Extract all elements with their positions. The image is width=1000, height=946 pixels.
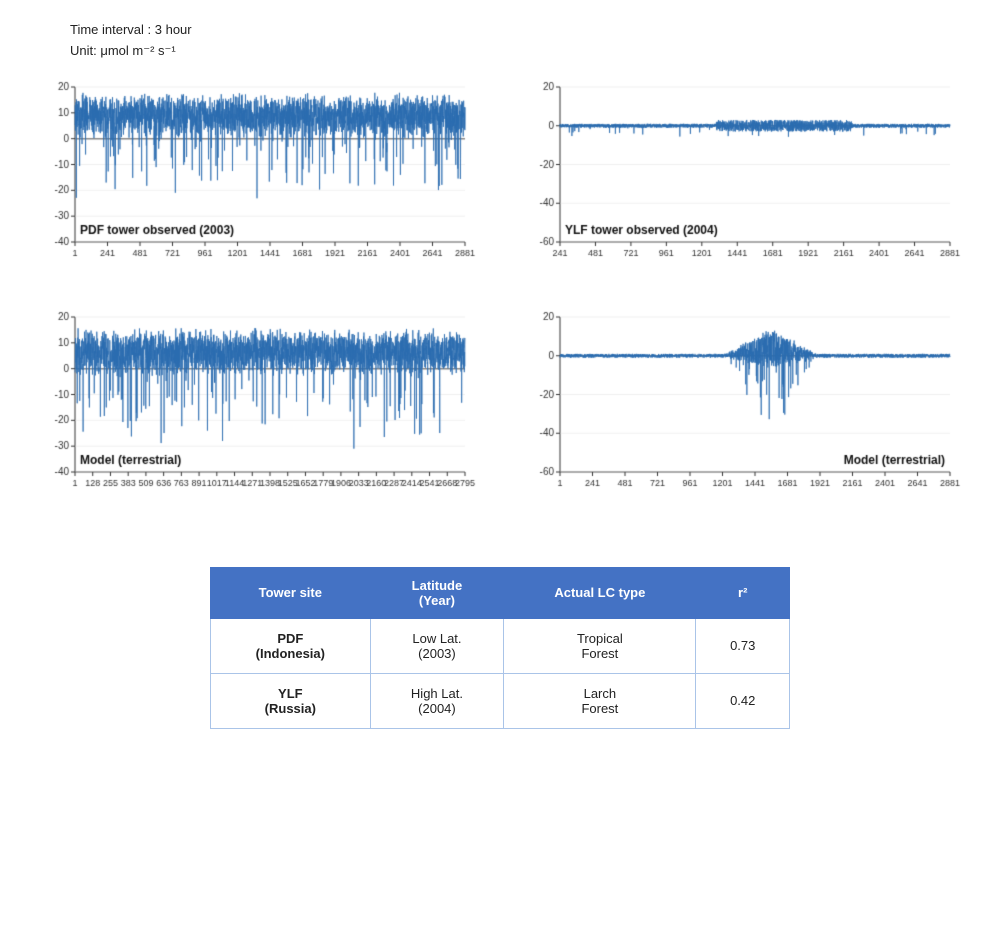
table-header-row: Tower site Latitude(Year) Actual LC type… bbox=[211, 567, 790, 618]
page-container: Time interval : 3 hour Unit: μmol m⁻² s⁻… bbox=[0, 0, 1000, 749]
col-r2: r² bbox=[696, 567, 790, 618]
unit-label: Unit: μmol m⁻² s⁻¹ bbox=[70, 41, 970, 62]
chart4-container bbox=[515, 307, 970, 527]
table-section: Tower site Latitude(Year) Actual LC type… bbox=[30, 567, 970, 729]
col-tower-site: Tower site bbox=[211, 567, 371, 618]
summary-table: Tower site Latitude(Year) Actual LC type… bbox=[210, 567, 790, 729]
table-row: YLF(Russia)High Lat.(2004)LarchForest0.4… bbox=[211, 673, 790, 728]
cell-r2: 0.42 bbox=[696, 673, 790, 728]
col-latitude: Latitude(Year) bbox=[370, 567, 504, 618]
cell-latitude: Low Lat.(2003) bbox=[370, 618, 504, 673]
chart1-container bbox=[30, 77, 485, 297]
table-row: PDF(Indonesia)Low Lat.(2003)TropicalFore… bbox=[211, 618, 790, 673]
chart2-container bbox=[515, 77, 970, 297]
charts-grid bbox=[30, 77, 970, 527]
chart1-canvas bbox=[30, 77, 480, 297]
table-body: PDF(Indonesia)Low Lat.(2003)TropicalFore… bbox=[211, 618, 790, 728]
chart3-canvas bbox=[30, 307, 480, 527]
cell-r2: 0.73 bbox=[696, 618, 790, 673]
header-info: Time interval : 3 hour Unit: μmol m⁻² s⁻… bbox=[70, 20, 970, 62]
cell-latitude: High Lat.(2004) bbox=[370, 673, 504, 728]
cell-lc-type: LarchForest bbox=[504, 673, 696, 728]
col-lc-type: Actual LC type bbox=[504, 567, 696, 618]
cell-tower-site: PDF(Indonesia) bbox=[211, 618, 371, 673]
chart2-canvas bbox=[515, 77, 965, 297]
time-interval-label: Time interval : 3 hour bbox=[70, 20, 970, 41]
chart3-container bbox=[30, 307, 485, 527]
cell-tower-site: YLF(Russia) bbox=[211, 673, 371, 728]
cell-lc-type: TropicalForest bbox=[504, 618, 696, 673]
chart4-canvas bbox=[515, 307, 965, 527]
